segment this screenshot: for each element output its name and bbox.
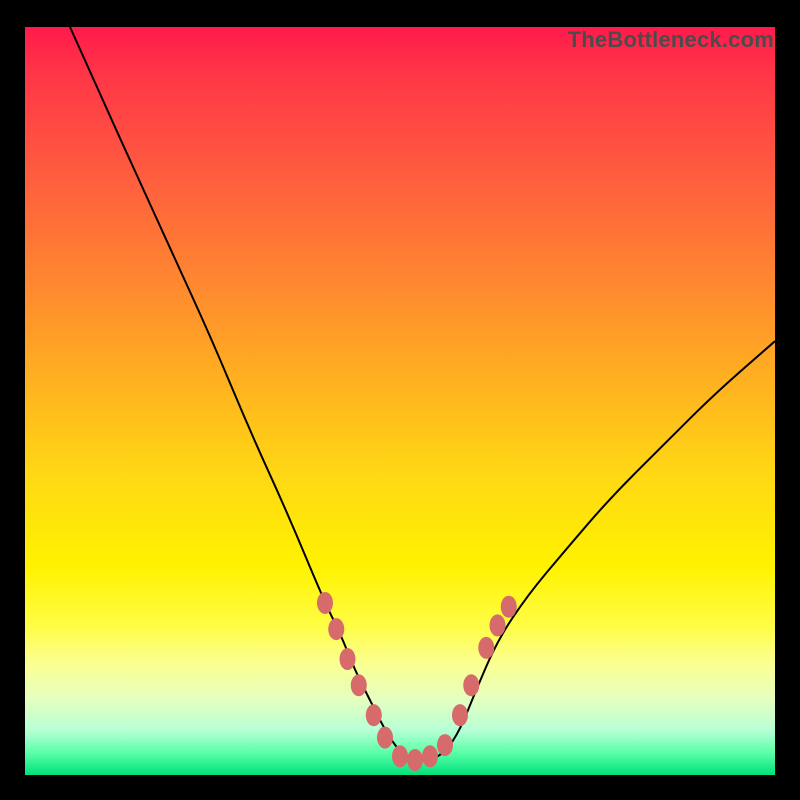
marker-dot <box>422 745 438 767</box>
marker-dot <box>437 734 453 756</box>
chart-svg <box>25 27 775 775</box>
watermark-text: TheBottleneck.com <box>568 27 774 53</box>
marker-dot <box>366 704 382 726</box>
bottleneck-curve <box>70 27 775 760</box>
marker-dot <box>328 618 344 640</box>
marker-dot <box>351 674 367 696</box>
marker-dot <box>407 749 423 771</box>
marker-dot <box>317 592 333 614</box>
marker-dot <box>501 596 517 618</box>
marker-dot <box>452 704 468 726</box>
marker-dot <box>490 614 506 636</box>
marker-dot <box>377 727 393 749</box>
plot-area <box>25 27 775 775</box>
marker-dot <box>340 648 356 670</box>
marker-dot <box>463 674 479 696</box>
marker-dot <box>478 637 494 659</box>
marker-dot <box>392 745 408 767</box>
curve-markers <box>317 592 517 771</box>
